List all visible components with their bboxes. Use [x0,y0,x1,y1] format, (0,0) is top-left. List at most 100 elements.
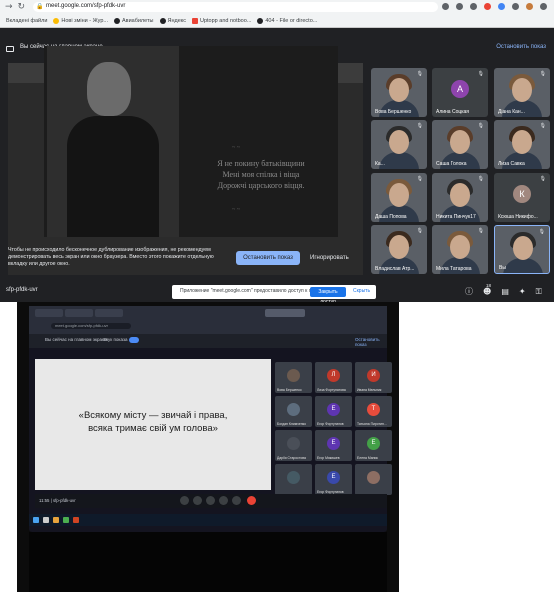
forward-icon[interactable]: → [5,0,13,14]
participant-tile[interactable]: Богдан Климченко [275,396,312,427]
participant-tile[interactable] [355,464,392,495]
participant-tile[interactable]: И Ивана Мельник [355,362,392,393]
powerpoint-icon[interactable] [73,517,79,523]
mic-muted-icon: 🎙 [416,176,423,182]
reload-icon[interactable]: ↻ [18,0,26,14]
present-icon[interactable] [219,496,228,505]
participant-video-head [389,130,409,154]
participant-tile[interactable]: 🎙 Ка... [371,120,427,169]
bookmark-item[interactable]: Нові зміни - Жур... [53,17,108,24]
browser-tab[interactable] [65,309,93,317]
address-bar[interactable]: 🔒 meet.google.com/sfp-pfdk-uvr [33,2,438,12]
participant-avatar [287,437,300,450]
browser-tab[interactable] [265,309,305,317]
camera-icon[interactable] [193,496,202,505]
participant-avatar [287,471,300,484]
participant-tile[interactable]: Т Татьяна Пиротин... [355,396,392,427]
activities-icon[interactable]: ✦ [519,286,526,298]
sound-toggle[interactable] [129,337,139,343]
mic-muted-icon: 🎙 [416,71,423,77]
bookmark-item[interactable]: Вкладені файли [6,18,47,24]
screen-share-notification: Приложение "meet.google.com" предоставил… [172,285,376,302]
participant-name: Лиза Савка [498,161,525,167]
participant-tile[interactable]: 🎙 Мила Татарова [432,225,488,274]
mirror-warning: Чтобы не происходило бесконечное дублиро… [8,247,214,267]
meeting-info: 11:55 | sfp-pfdk-uvr [39,498,76,503]
participant-video-head [512,130,532,154]
bookmark-item[interactable]: Авиабилеты [113,17,154,24]
meet-screenshot-top: → ↻ 🔒 meet.google.com/sfp-pfdk-uvr Вклад… [0,0,554,302]
menu-icon[interactable] [540,3,547,10]
star-icon[interactable] [470,3,477,10]
participant-tile[interactable]: Е Егор Фортунатов [315,396,352,427]
info-icon[interactable]: ⓘ [465,286,473,298]
meeting-time: 11:55 [39,498,50,503]
verse-line: Мені моя спілка і віща [222,170,300,179]
folder-icon[interactable] [53,517,59,523]
participant-avatar: Л [327,369,340,382]
puzzle-icon[interactable] [512,3,519,10]
verse-ornament: ~ ~ [232,145,240,151]
url-text: meet.google.com/sfp-pfdk-uvr [46,3,126,9]
participant-tile[interactable]: 🎙 Діана Кан... [494,68,550,117]
address-bar[interactable]: meet.google.com/sfp-pfdk-uvr [51,323,131,329]
participant-tile[interactable]: 🎙 Лиза Савка [494,120,550,169]
mic-muted-icon: 🎙 [539,71,546,77]
participant-tile[interactable]: 🎙 Вова Бершенко [371,68,427,117]
profile-icon[interactable] [498,3,505,10]
ignore-warning-link[interactable]: Игнорировать [310,255,349,261]
participant-tile[interactable]: Л Лиза Фортунатова [315,362,352,393]
participant-avatar: Е [327,403,340,416]
participant-name: Егор Фортунатов [317,422,344,426]
participant-name: Ивана Мельник [357,388,382,392]
lock-icon[interactable]: ⚿ [536,286,542,298]
participant-name: Мила Татарова [436,266,472,272]
participant-tile[interactable]: 🎙 Саша Голока [432,120,488,169]
quote-text: «Всякому місту — звичай і права, всяка т… [35,409,271,435]
mic-icon[interactable] [180,496,189,505]
participant-tile[interactable]: 🎙 Даша Попова [371,173,427,222]
browser-tab[interactable] [95,309,123,317]
participant-tile[interactable]: А 🎙 Алина Соцкая [432,68,488,117]
bookmark-item[interactable]: Uptopp and notboo... [192,17,251,24]
chat-icon[interactable]: ▤ [501,286,509,298]
portrait-body [67,116,159,237]
avatar-icon[interactable] [526,3,533,10]
stop-presenting-link[interactable]: Остановить показ [496,44,546,50]
participant-tile[interactable]: Вова Бершенко [275,362,312,393]
participant-tile[interactable]: Е Елена Маник [355,430,392,461]
bookmark-item[interactable]: Яндекс [159,17,186,24]
participant-video-head [450,235,470,259]
participant-tile[interactable] [275,464,312,495]
search-icon[interactable] [43,517,49,523]
captions-icon[interactable] [206,496,215,505]
participant-name: Вы [499,265,506,271]
stop-presenting-link[interactable]: Остановить показ [355,337,387,347]
participant-tile[interactable]: Е Егор Фортунатов [315,464,352,495]
extension-icon[interactable] [484,3,491,10]
chrome-icon[interactable] [63,517,69,523]
screen-icon[interactable] [456,3,463,10]
participant-tile[interactable]: 🎙 Вы [494,225,550,274]
bookmark-icon [257,17,264,24]
share-icon[interactable] [442,3,449,10]
presentation-slide: «Всякому місту — звичай і права, всяка т… [35,359,271,490]
participant-tile[interactable]: Даріїя Старостова [275,430,312,461]
quote-line: «Всякому місту — звичай і права, [78,410,228,421]
stop-sharing-button[interactable]: Закрыть доступ [310,287,346,302]
hide-notification-link[interactable]: Скрыть [353,288,370,294]
participant-tile[interactable]: Е Егор Мякишев [315,430,352,461]
end-call-icon[interactable] [247,496,256,505]
participant-tile[interactable]: 🎙 Владислав Атр... [371,225,427,274]
bookmark-item[interactable]: 404 - File or directo... [257,17,317,24]
stop-presenting-button[interactable]: Остановить показ [236,251,300,265]
participant-tile[interactable]: 🎙 Никита Пинчук17 [432,173,488,222]
browser-tab[interactable] [35,309,63,317]
more-icon[interactable] [232,496,241,505]
present-screen-icon [6,46,14,52]
participant-tile[interactable]: К 🎙 Ксюша Никифо... [494,173,550,222]
meeting-icons: ⓘ ☻ ▤ ✦ ⚿ [465,286,542,298]
participant-name: Даша Попова [375,214,407,220]
mic-muted-icon: 🎙 [477,228,484,234]
start-icon[interactable] [33,517,39,523]
